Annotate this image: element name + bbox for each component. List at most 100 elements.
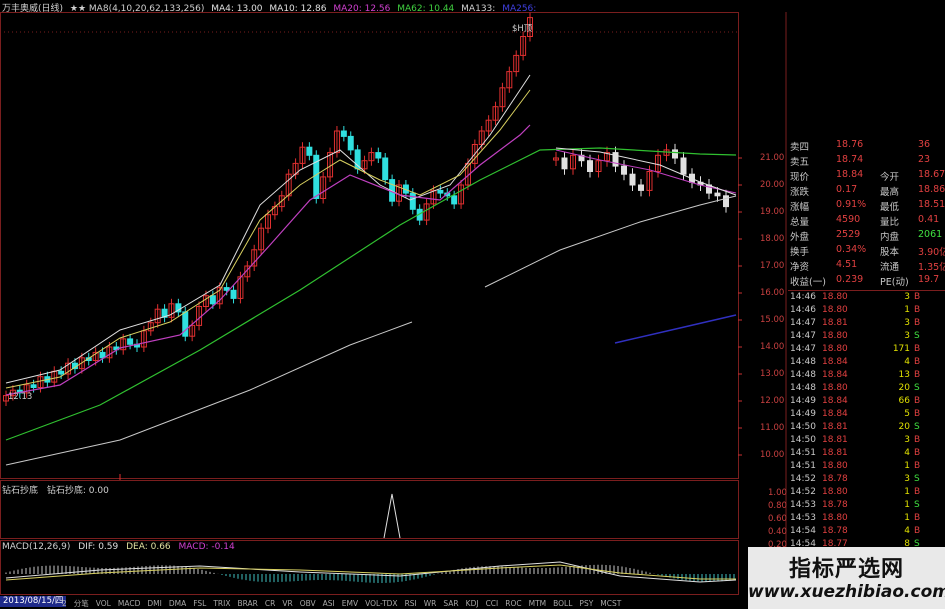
tick-row: 14:46 18.80 3 B (788, 292, 945, 305)
macd-dea: DEA: 0.66 (126, 542, 171, 552)
indicator-tab[interactable]: DMA (169, 599, 186, 608)
candlestick (437, 189, 444, 194)
tick-time: 14:48 (790, 357, 816, 367)
quote-value: 0.34% (836, 244, 867, 255)
tick-price: 18.80 (822, 344, 848, 354)
quote-label: 收益(一) (790, 277, 826, 288)
ma133-line-right (484, 195, 737, 288)
quote-value: 0.17 (836, 184, 858, 195)
candlestick (127, 338, 134, 345)
price-tick-label: 11.00 (760, 423, 785, 433)
indicator-tab[interactable]: MTM (529, 599, 547, 608)
quote-value2: 0.41 (918, 214, 940, 225)
tick-side: S (914, 331, 920, 341)
tick-price: 18.80 (822, 292, 848, 302)
tick-side: S (914, 474, 920, 484)
indicator-tab[interactable]: KDJ (466, 599, 479, 608)
indicator-tab[interactable]: WR (424, 599, 437, 608)
quote-value: 4.51 (836, 259, 858, 270)
indicator-tab[interactable]: PSY (579, 599, 593, 608)
stars: ★★ (69, 4, 87, 14)
quote-label: 卖五 (790, 157, 810, 168)
ma133-value: MA133: (461, 4, 496, 14)
ma20-line (5, 124, 531, 396)
tick-side: B (914, 318, 921, 328)
tick-side: B (914, 344, 921, 354)
tick-time: 14:50 (790, 435, 816, 445)
ma10-line (5, 89, 531, 389)
tick-price: 18.84 (822, 370, 848, 380)
tick-time: 14:50 (790, 422, 816, 432)
quote-label2: 最低 (880, 202, 900, 213)
quote-value2: 3.90亿 (918, 247, 945, 258)
indicator-tab[interactable]: VR (282, 599, 292, 608)
indicator-tab[interactable]: VOL-TDX (365, 599, 397, 608)
tick-price: 18.80 (822, 487, 848, 497)
indicator-tab[interactable]: DMI (147, 599, 161, 608)
indicator1-tick-label: 0.40 (768, 527, 787, 537)
indicator-tab[interactable]: SAR (443, 599, 458, 608)
indicator-tab[interactable]: EMV (342, 599, 358, 608)
indicator-tab[interactable]: MCST (600, 599, 621, 608)
tick-row: 14:49 18.84 66 B (788, 396, 945, 409)
quote-label: 卖四 (790, 142, 810, 153)
tick-volume: 1 (904, 305, 910, 315)
indicator-tab[interactable]: 分笔 (74, 599, 89, 608)
indicator-tab[interactable]: BOLL (553, 599, 572, 608)
watermark: 指标严选网 www.xuezhibiao.com (748, 547, 945, 609)
low-price-label: 12.13 (8, 392, 33, 402)
tick-price: 18.80 (822, 331, 848, 341)
tick-volume: 3 (904, 435, 910, 445)
indicator1-title: 钻石抄底 (2, 486, 39, 496)
price-tick-label: 16.00 (760, 288, 785, 298)
tick-row: 14:51 18.80 1 B (788, 461, 945, 474)
ma62-value: MA62: 10.44 (397, 4, 455, 14)
indicator-tab[interactable]: 2 (62, 599, 67, 608)
candlestick (30, 384, 37, 388)
candlestick (306, 146, 313, 156)
indicator-tab[interactable]: MACD (118, 599, 140, 608)
ma20-value: MA20: 12.56 (333, 4, 391, 14)
tick-row: 14:53 18.80 1 B (788, 513, 945, 526)
quote-row: 换手 0.34% 股本 3.90亿 (788, 243, 945, 258)
watermark-title: 指标严选网 (788, 557, 904, 582)
candlestick (209, 295, 216, 305)
quote-label: 净资 (790, 262, 810, 273)
candlestick (587, 160, 593, 172)
tick-time: 14:46 (790, 305, 816, 315)
tick-side: B (914, 513, 921, 523)
quote-value2: 1.35亿 (918, 262, 945, 273)
ma62-line (5, 147, 737, 441)
indicator-tab[interactable]: VOL (96, 599, 111, 608)
quote-label2: 股本 (880, 247, 900, 258)
tick-side: B (914, 357, 921, 367)
tick-side: S (914, 383, 920, 393)
indicator-tab[interactable]: ROC (505, 599, 521, 608)
indicator1-title-bar: 钻石抄底 钻石抄底: 0.00 (2, 483, 109, 496)
tick-row: 14:50 18.81 20 S (788, 422, 945, 435)
price-tick-label: 15.00 (760, 315, 785, 325)
tick-side: S (914, 422, 920, 432)
tick-row: 14:47 18.80 171 B (788, 344, 945, 357)
tick-row: 14:46 18.80 1 B (788, 305, 945, 318)
quote-value: 0.239 (836, 274, 864, 285)
tick-price: 18.80 (822, 461, 848, 471)
ma4-value: MA4: 13.00 (211, 4, 263, 14)
stock-name: 万丰奥威(日线) (2, 4, 64, 14)
tick-volume: 20 (898, 383, 910, 393)
tick-volume: 66 (898, 396, 910, 406)
indicator-tab[interactable]: CR (265, 599, 275, 608)
indicator-tab[interactable]: TRIX (213, 599, 230, 608)
quote-value2: 18.86 (918, 184, 945, 195)
indicator-tab[interactable]: CCI (486, 599, 499, 608)
tick-price: 18.81 (822, 422, 848, 432)
price-tick-label: 17.00 (760, 261, 785, 271)
ma10-value: MA10: 12.86 (269, 4, 327, 14)
indicator-tab[interactable]: FSL (193, 599, 206, 608)
quote-row: 收益(一) 0.239 PE(动) 19.7 (788, 273, 945, 288)
indicator-tab[interactable]: ASI (323, 599, 335, 608)
indicator-tab[interactable]: OBV (300, 599, 316, 608)
tick-time: 14:52 (790, 487, 816, 497)
indicator-tab[interactable]: RSI (405, 599, 417, 608)
indicator-tab[interactable]: BRAR (238, 599, 258, 608)
